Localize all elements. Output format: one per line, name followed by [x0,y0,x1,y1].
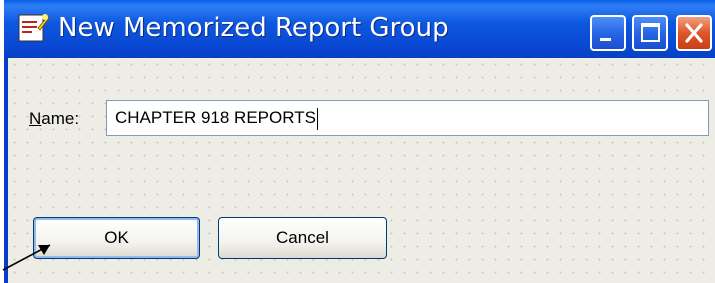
title-bar[interactable]: New Memorized Report Group [4,0,715,58]
name-label: Name: [29,108,79,130]
text-caret [316,107,318,130]
ok-button[interactable]: OK [33,217,200,259]
memorized-report-icon [18,12,50,42]
name-input-value: CHAPTER 918 REPORTS [115,108,316,127]
name-input[interactable]: CHAPTER 918 REPORTS [106,100,709,136]
dialog-body: Name: CHAPTER 918 REPORTS OK Cancel [8,58,715,283]
minimize-button[interactable] [590,15,626,51]
maximize-icon [641,23,660,42]
cancel-button[interactable]: Cancel [218,217,387,259]
close-icon [685,23,703,43]
dialog-window: New Memorized Report Group Name: CHAPTER… [4,0,715,283]
window-title: New Memorized Report Group [58,13,449,43]
minimize-icon [600,38,611,41]
name-label-access-key: N [29,109,42,128]
maximize-button[interactable] [632,15,668,51]
close-button[interactable] [676,15,712,51]
name-label-text: ame: [41,109,80,128]
